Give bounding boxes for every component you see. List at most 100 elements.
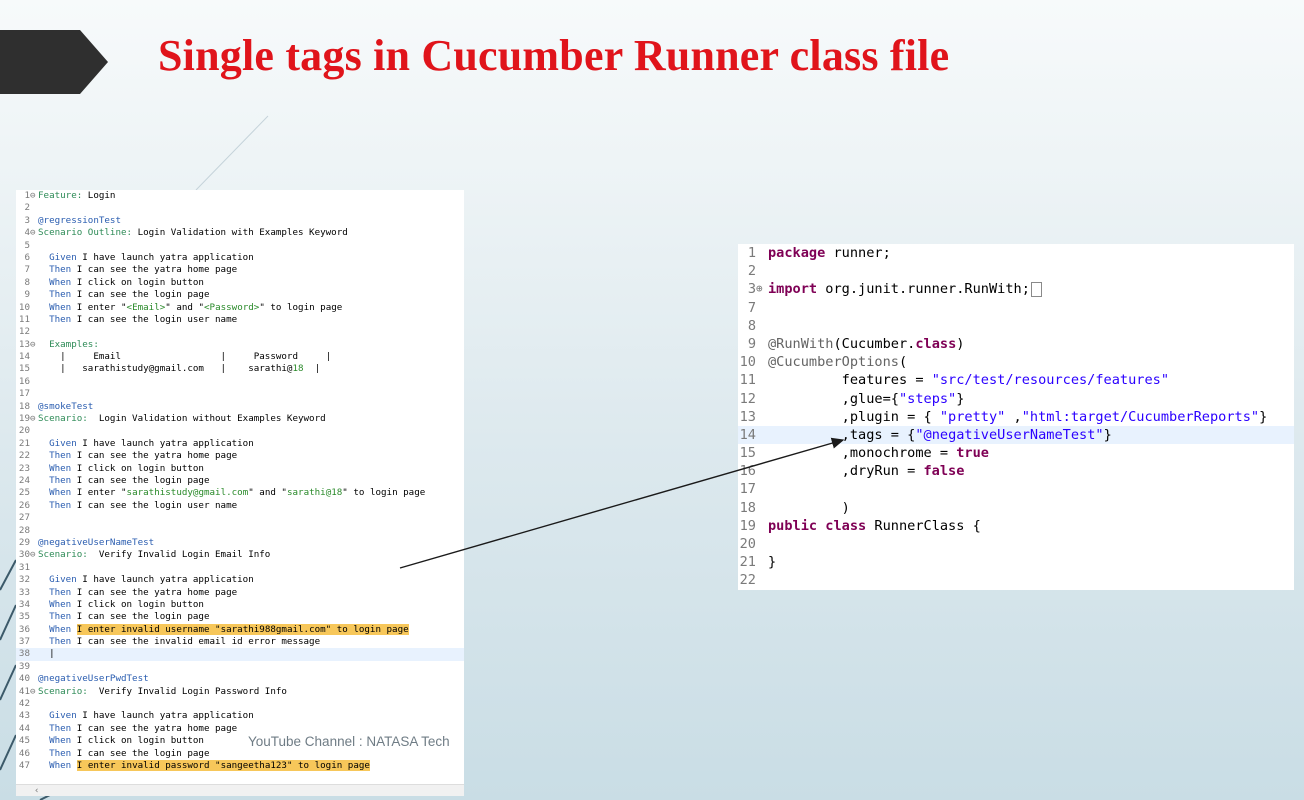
code-line[interactable]: 26 Then I can see the login user name [16, 500, 464, 512]
code-line[interactable]: 15 | sarathistudy@gmail.com | sarathi@18… [16, 363, 464, 375]
code-line[interactable]: 19 ⊖ Scenario: Login Validation without Ex… [16, 413, 464, 425]
code-text: When I enter invalid username "sarathi98… [38, 623, 409, 636]
code-token: ,tags = { [768, 426, 916, 443]
code-line[interactable]: 24 Then I can see the login page [16, 475, 464, 487]
code-line[interactable]: 8 When I click on login button [16, 277, 464, 289]
code-token: I enter invalid username "sarathi988gmai… [76, 623, 409, 635]
code-line[interactable]: 18 @smokeTest [16, 401, 464, 413]
code-line[interactable]: 22 Then I can see the yatra home page [16, 450, 464, 462]
code-line[interactable]: 7 [738, 299, 1294, 317]
code-line[interactable]: 30 ⊖ Scenario: Verify Invalid Login Email … [16, 549, 464, 561]
fold-gutter [30, 450, 38, 462]
code-line[interactable]: 9 @RunWith(Cucumber.class) [738, 335, 1294, 353]
code-line[interactable]: 28 [16, 525, 464, 537]
feature-file-editor[interactable]: 1 ⊖ Feature: Login 2 3 @regressionTest 4 ⊖ Scena… [16, 190, 464, 796]
code-token: @negativeUserNameTest [38, 536, 155, 548]
code-text: When I click on login button [38, 735, 204, 747]
code-line[interactable]: 34 When I click on login button [16, 599, 464, 611]
code-line[interactable]: 29 @negativeUserNameTest [16, 537, 464, 549]
code-line[interactable]: 3 ⊕ import org.junit.runner.RunWith; [738, 280, 1294, 298]
code-line[interactable]: 6 Given I have launch yatra application [16, 252, 464, 264]
code-line[interactable]: 16 ,dryRun = false [738, 462, 1294, 480]
code-line[interactable]: 9 Then I can see the login page [16, 289, 464, 301]
code-line[interactable]: 2 [16, 202, 464, 214]
deco-line-top [195, 115, 269, 191]
code-line[interactable]: 7 Then I can see the yatra home page [16, 264, 464, 276]
code-line[interactable]: 11 Then I can see the login user name [16, 314, 464, 326]
code-line[interactable]: 14 | Email | Password | [16, 351, 464, 363]
code-line[interactable]: 41 ⊖ Scenario: Verify Invalid Login Passwo… [16, 686, 464, 698]
line-number: 3 [747, 281, 756, 298]
code-token: ) [768, 499, 850, 516]
horizontal-scrollbar[interactable]: ‹ [16, 784, 464, 796]
code-line[interactable]: 15 ,monochrome = true [738, 444, 1294, 462]
code-line[interactable]: 36 When I enter invalid username "sarath… [16, 623, 464, 636]
runner-class-editor[interactable]: 1 package runner; 2 3 ⊕ import org.junit.runn… [738, 244, 1294, 590]
code-line[interactable]: 12 ,glue={"steps"} [738, 390, 1294, 408]
code-line[interactable]: 4 ⊖ Scenario Outline: Login Validation wit… [16, 227, 464, 239]
code-line[interactable]: 5 [16, 240, 464, 252]
fold-gutter [756, 517, 768, 535]
line-number: 23 [18, 462, 30, 474]
fold-toggle-icon[interactable]: ⊖ [30, 413, 38, 425]
fold-toggle-icon[interactable]: ⊖ [30, 339, 38, 351]
fold-toggle-icon[interactable]: ⊖ [30, 227, 38, 239]
code-line[interactable]: 20 [738, 535, 1294, 553]
code-line[interactable]: 47 When I enter invalid password "sangee… [16, 759, 464, 772]
code-line[interactable]: 27 [16, 512, 464, 524]
code-line[interactable]: 1 ⊖ Feature: Login [16, 190, 464, 202]
code-token: import [768, 281, 818, 298]
code-line[interactable]: 10 @CucumberOptions( [738, 353, 1294, 371]
code-line[interactable]: 13 ⊖ Examples: [16, 339, 464, 351]
code-line[interactable]: 17 [16, 388, 464, 400]
code-line[interactable]: 19 public class RunnerClass { [738, 517, 1294, 535]
line-number: 45 [18, 735, 30, 747]
code-line[interactable]: 3 @regressionTest [16, 215, 464, 227]
code-token: When [38, 598, 72, 610]
code-line[interactable]: 37 Then I can see the invalid email id e… [16, 636, 464, 648]
code-line[interactable]: 31 [16, 562, 464, 574]
fold-toggle-icon[interactable]: ⊖ [30, 190, 38, 202]
code-line[interactable]: 43 Given I have launch yatra application [16, 710, 464, 722]
code-line[interactable]: 8 [738, 317, 1294, 335]
code-token: Then [38, 586, 72, 598]
fold-gutter [30, 264, 38, 276]
code-token: Then [38, 747, 72, 759]
code-line[interactable]: 18 ) [738, 499, 1294, 517]
code-token: RunnerClass { [866, 517, 981, 534]
code-line[interactable]: 16 [16, 376, 464, 388]
code-line[interactable]: 46 Then I can see the login page [16, 748, 464, 760]
code-line[interactable]: 12 [16, 326, 464, 338]
fold-gutter [30, 611, 38, 623]
code-line[interactable]: 33 Then I can see the yatra home page [16, 587, 464, 599]
code-line[interactable]: 1 package runner; [738, 244, 1294, 262]
code-line[interactable]: 10 When I enter "<Email>" and "<Password… [16, 302, 464, 314]
fold-gutter [756, 553, 768, 571]
fold-toggle-icon[interactable]: ⊖ [30, 549, 38, 561]
code-line[interactable]: 25 When I enter "sarathistudy@gmail.com"… [16, 487, 464, 499]
code-line[interactable]: 23 When I click on login button [16, 463, 464, 475]
collapsed-imports-icon[interactable] [1030, 281, 1042, 297]
code-line[interactable]: 22 [738, 571, 1294, 589]
fold-gutter [30, 648, 38, 660]
code-token: Verify Invalid Login Email Info [87, 549, 271, 561]
fold-toggle-icon[interactable]: ⊖ [30, 686, 38, 698]
code-line[interactable]: 42 [16, 698, 464, 710]
code-line[interactable]: 21} [738, 553, 1294, 571]
code-line[interactable]: 17 [738, 480, 1294, 498]
code-line[interactable]: 38 | [16, 648, 464, 661]
code-token: Login Validation with Examples Keyword [132, 227, 348, 239]
code-line[interactable]: 32 Given I have launch yatra application [16, 574, 464, 586]
code-line[interactable]: 35 Then I can see the login page [16, 611, 464, 623]
code-line[interactable]: 40 @negativeUserPwdTest [16, 673, 464, 685]
code-line[interactable]: 39 [16, 661, 464, 673]
code-line[interactable]: 11 features = "src/test/resources/featur… [738, 371, 1294, 389]
code-line[interactable]: 14 ,tags = {"@negativeUserNameTest"} [738, 425, 1294, 445]
code-line[interactable]: 21 Given I have launch yatra application [16, 438, 464, 450]
code-line[interactable]: 20 [16, 425, 464, 437]
code-line[interactable]: 13 ,plugin = { "pretty" ,"html:target/Cu… [738, 408, 1294, 426]
code-line[interactable]: 2 [738, 262, 1294, 280]
line-number: 29 [18, 536, 30, 548]
line-number: 16 [739, 463, 756, 480]
fold-toggle-icon[interactable]: ⊕ [756, 280, 768, 298]
